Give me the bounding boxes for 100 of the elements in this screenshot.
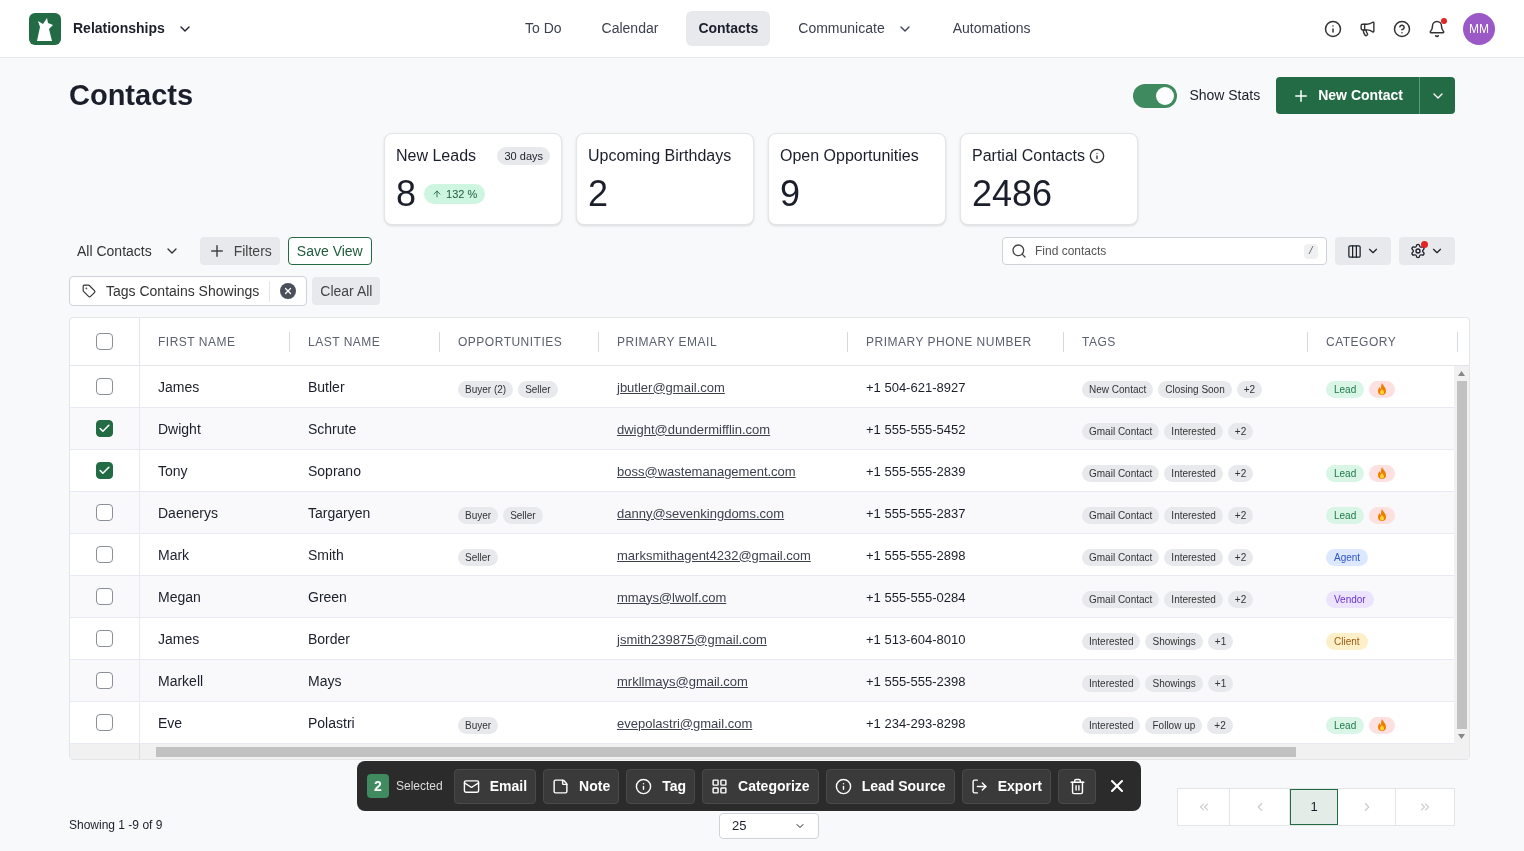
view-selector[interactable]: All Contacts: [69, 240, 188, 262]
bulk-action-button[interactable]: Categorize: [702, 768, 819, 804]
scroll-up-icon[interactable]: [1458, 371, 1465, 376]
settings-button[interactable]: [1399, 237, 1455, 265]
row-checkbox[interactable]: [96, 546, 113, 563]
user-avatar[interactable]: MM: [1463, 12, 1495, 45]
email-link[interactable]: marksmithagent4232@gmail.com: [617, 547, 811, 563]
email-link[interactable]: danny@sevenkingdoms.com: [617, 505, 785, 521]
bulk-action-button[interactable]: Email: [453, 768, 537, 804]
column-header[interactable]: CATEGORY: [1326, 332, 1397, 351]
bulk-action-button[interactable]: Note: [543, 768, 620, 804]
table-row[interactable]: Megan Green mmays@lwolf.com +1 555-555-0284 Gmail Contact Interested +2 Vendor: [70, 576, 1454, 618]
tag-badge: Follow up: [1145, 717, 1203, 734]
column-header[interactable]: PRIMARY PHONE NUMBER: [866, 332, 1032, 351]
table-cell: +1 555-555-0284: [866, 589, 966, 605]
tag-badge: Gmail Contact: [1082, 549, 1160, 566]
help-icon[interactable]: [1393, 19, 1411, 38]
email-link[interactable]: dwight@dundermifflin.com: [617, 421, 771, 437]
table-cell: James: [158, 630, 200, 647]
app-switcher[interactable]: Relationships: [73, 18, 193, 39]
stat-title: Partial Contacts: [972, 146, 1085, 166]
bulk-action-button[interactable]: Tag: [626, 768, 696, 804]
row-checkbox[interactable]: [96, 504, 113, 521]
app-logo[interactable]: [29, 12, 61, 45]
row-checkbox[interactable]: [96, 420, 113, 437]
nav-tab[interactable]: Communicate: [786, 11, 925, 46]
bulk-action-button[interactable]: Lead Source: [825, 768, 955, 804]
filters-button[interactable]: Filters: [199, 237, 280, 265]
table-row[interactable]: Daenerys Targaryen Buyer Seller danny@sevenkingdoms.com +1 555-555-2837 Gmail Contact Interested +2 Lead: [70, 492, 1454, 534]
email-link[interactable]: jbutler@gmail.com: [617, 379, 725, 395]
table-row[interactable]: Eve Polastri Buyer evepolastri@gmail.com +1 234-293-8298 Interested Follow up +2 Lead: [70, 702, 1454, 744]
shortcut-key: /: [1304, 243, 1318, 259]
stat-value: 2: [588, 172, 609, 216]
grid-icon: [711, 777, 729, 795]
table-cell: +1 234-293-8298: [866, 715, 966, 731]
nav-tab[interactable]: Calendar: [589, 11, 671, 46]
horizontal-scrollbar[interactable]: [70, 744, 1469, 759]
column-header[interactable]: LAST NAME: [308, 332, 381, 351]
notifications-icon[interactable]: [1428, 19, 1446, 38]
table-cell: Markell: [158, 672, 204, 689]
column-header[interactable]: TAGS: [1082, 332, 1116, 351]
nav-tab[interactable]: Automations: [940, 11, 1043, 46]
row-checkbox[interactable]: [96, 462, 113, 479]
row-checkbox[interactable]: [96, 672, 113, 689]
email-link[interactable]: evepolastri@gmail.com: [617, 715, 753, 731]
row-checkbox[interactable]: [96, 630, 113, 647]
tag-badge: Gmail Contact: [1082, 465, 1160, 482]
column-header[interactable]: FIRST NAME: [158, 332, 236, 351]
delete-button[interactable]: [1058, 768, 1096, 804]
search-input[interactable]: Find contacts: [1035, 242, 1296, 260]
new-contact-button[interactable]: New Contact: [1276, 77, 1419, 114]
bulk-action-button[interactable]: Export: [961, 768, 1051, 804]
clear-all-button[interactable]: Clear All: [312, 277, 381, 305]
email-link[interactable]: boss@wastemanagement.com: [617, 463, 796, 479]
scroll-down-icon[interactable]: [1458, 734, 1465, 739]
email-link[interactable]: jsmith239875@gmail.com: [617, 631, 767, 647]
table-row[interactable]: James Border jsmith239875@gmail.com +1 513-604-8010 Interested Showings +1 Client: [70, 618, 1454, 660]
change-badge: 132 %: [424, 183, 486, 205]
page-button[interactable]: 1: [1290, 788, 1338, 825]
page-size-select[interactable]: 25: [719, 813, 819, 839]
row-checkbox[interactable]: [96, 378, 113, 395]
stat-title: Open Opportunities: [780, 146, 919, 166]
info-icon: [834, 777, 852, 795]
tag-badge: +2: [1227, 549, 1254, 566]
table-cell: Daenerys: [158, 504, 218, 521]
columns-button[interactable]: [1335, 237, 1391, 265]
email-link[interactable]: mmays@lwolf.com: [617, 589, 727, 605]
category-badge: Agent: [1326, 549, 1369, 566]
category-badge: Vendor: [1326, 591, 1374, 608]
save-view-button[interactable]: Save View: [287, 237, 372, 265]
opportunity-badge: Seller: [518, 381, 558, 398]
row-checkbox[interactable]: [96, 714, 113, 731]
info-icon[interactable]: [1088, 148, 1105, 164]
table-row[interactable]: Mark Smith Seller marksmithagent4232@gmail.com +1 555-555-2898 Gmail Contact Interested +2 Agent: [70, 534, 1454, 576]
table-cell: +1 555-555-5452: [866, 421, 966, 437]
table-row[interactable]: Dwight Schrute dwight@dundermifflin.com +1 555-555-5452 Gmail Contact Interested +2: [70, 408, 1454, 450]
filter-chip[interactable]: Tags Contains Showings: [69, 276, 308, 306]
column-header[interactable]: OPPORTUNITIES: [458, 332, 563, 351]
column-header[interactable]: PRIMARY EMAIL: [617, 332, 718, 351]
dropdown-button[interactable]: [1419, 77, 1455, 114]
row-checkbox[interactable]: [96, 588, 113, 605]
megaphone-icon[interactable]: [1359, 20, 1376, 37]
remove-filter-button[interactable]: [280, 283, 297, 299]
search-icon: [1011, 243, 1027, 259]
email-link[interactable]: mrkllmays@gmail.com: [617, 673, 748, 689]
search-field[interactable]: Find contacts /: [1002, 237, 1327, 265]
table-cell: Schrute: [308, 420, 357, 437]
flame-icon: [1377, 467, 1388, 480]
table-row[interactable]: Tony Soprano boss@wastemanagement.com +1 555-555-2839 Gmail Contact Interested +2 Lead: [70, 450, 1454, 492]
tag-badge: +1: [1207, 633, 1234, 650]
table-row[interactable]: James Butler Buyer (2) Seller jbutler@gmail.com +1 504-621-8927 New Contact Closing Soon +2 Lead: [70, 366, 1454, 408]
info-icon[interactable]: [1324, 19, 1342, 38]
nav-tab[interactable]: Contacts: [686, 11, 771, 46]
table-row[interactable]: Markell Mays mrkllmays@gmail.com +1 555-555-2398 Interested Showings +1: [70, 660, 1454, 702]
category-badge: Lead: [1326, 381, 1365, 398]
vertical-scrollbar[interactable]: [1454, 366, 1469, 744]
row-checkbox[interactable]: [96, 333, 113, 350]
flame-icon: [1377, 383, 1388, 396]
show-stats-switch[interactable]: [1133, 83, 1178, 108]
nav-tab[interactable]: To Do: [513, 11, 574, 46]
